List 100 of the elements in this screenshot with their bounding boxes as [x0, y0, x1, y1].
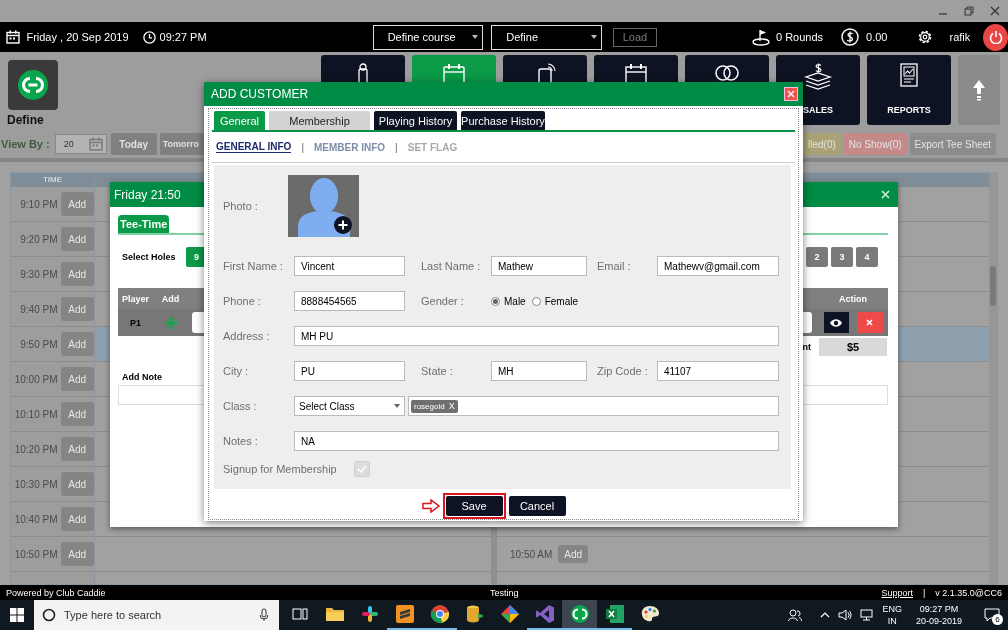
- separator-text: |: [395, 141, 398, 153]
- remove-button[interactable]: [856, 312, 883, 333]
- tag-field[interactable]: rosegold X: [408, 396, 779, 416]
- time-label: 10:50 AM: [510, 548, 554, 560]
- rings-icon: [569, 604, 590, 624]
- add-photo-icon[interactable]: [333, 216, 352, 234]
- tab[interactable]: Playing History: [374, 111, 457, 130]
- nav-tile[interactable]: REPORTS: [867, 55, 951, 125]
- grid-icon: [10, 608, 24, 622]
- table-cell: P1: [130, 317, 141, 328]
- field-label: State :: [421, 365, 454, 377]
- support-link[interactable]: Support: [881, 587, 913, 598]
- stripes-icon: [394, 604, 415, 624]
- powered-by-text: Powered by Club Caddie: [6, 587, 106, 598]
- version-text: v 2.1.35.0@CC6: [935, 587, 1002, 598]
- separator-text: |: [301, 141, 304, 153]
- close-icon[interactable]: [990, 6, 1000, 16]
- field-label: Last Name :: [421, 260, 482, 272]
- close-button[interactable]: [784, 87, 798, 101]
- field-label: Notes :: [223, 435, 259, 447]
- calendar-icon: [6, 30, 21, 44]
- players-button[interactable]: 2: [806, 247, 828, 267]
- text-field[interactable]: NA: [294, 431, 779, 451]
- field-label: Phone :: [223, 295, 262, 307]
- speaker-icon[interactable]: [838, 609, 853, 621]
- clock-date[interactable]: 20-09-2019: [915, 615, 962, 627]
- field-label: Address :: [223, 330, 271, 342]
- region-text[interactable]: IN: [887, 615, 897, 627]
- dialog-title: Friday 21:50: [114, 187, 181, 202]
- tee-slot[interactable]: 10:50 AM Add: [497, 537, 989, 572]
- dialog-title: ADD CUSTOMER: [211, 87, 309, 101]
- clock-time[interactable]: 09:27 PM: [919, 603, 959, 615]
- text-field[interactable]: Mathew: [491, 256, 587, 276]
- palette-icon: [639, 604, 660, 624]
- radio-option[interactable]: Male: [491, 295, 526, 307]
- avatar-placeholder-icon: [287, 175, 359, 237]
- restore-icon[interactable]: [964, 6, 974, 16]
- column-header: Player: [118, 288, 153, 309]
- text-field[interactable]: PU: [294, 361, 405, 381]
- tab[interactable]: Tee-Time: [118, 215, 170, 233]
- course-dropdown[interactable]: Define course: [372, 24, 484, 50]
- sub-tab[interactable]: GENERAL INFO: [216, 141, 292, 153]
- class-dropdown[interactable]: Select Class: [294, 396, 405, 416]
- column-header: Add: [153, 288, 188, 309]
- column-header: TIME: [11, 173, 94, 187]
- search-icon: [42, 608, 56, 622]
- field-label: First Name :: [223, 260, 284, 272]
- time-label: 9:20 PM: [19, 233, 59, 245]
- time-label: 9:50 PM: [19, 338, 59, 350]
- close-icon: [866, 319, 873, 326]
- define-dropdown[interactable]: Define: [491, 24, 602, 50]
- sub-tab[interactable]: MEMBER INFO: [314, 141, 386, 153]
- time-label: 10:50 PM: [13, 548, 59, 560]
- amount-value: $5: [819, 338, 887, 356]
- power-button[interactable]: [983, 23, 1008, 51]
- rounds-text: 0 Rounds: [776, 31, 824, 43]
- language-text[interactable]: ENG: [882, 603, 902, 615]
- remove-tag-button[interactable]: X: [448, 401, 455, 411]
- text-field[interactable]: Vincent: [294, 256, 405, 276]
- text-field[interactable]: 41107: [657, 361, 779, 381]
- money-icon: [803, 63, 833, 91]
- tab[interactable]: General: [214, 111, 265, 130]
- tab[interactable]: Membership: [269, 111, 370, 130]
- separator-text: |: [923, 587, 926, 598]
- date-field[interactable]: 20: [54, 134, 107, 154]
- microphone-icon: [259, 608, 269, 622]
- field-label: Zip Code :: [597, 365, 649, 377]
- time-label: 10:00 PM: [13, 373, 59, 385]
- text-field[interactable]: 8888454565: [294, 291, 405, 311]
- text-field[interactable]: MH PU: [294, 326, 779, 346]
- report-icon: [898, 63, 920, 89]
- network-icon[interactable]: [860, 609, 875, 621]
- time-label: 9:10 PM: [19, 198, 59, 210]
- players-button[interactable]: 3: [831, 247, 853, 267]
- save-button[interactable]: Save: [445, 496, 503, 516]
- chevron-up-icon[interactable]: [820, 610, 831, 620]
- view-by-label: View By :: [1, 138, 50, 150]
- text-field[interactable]: MH: [491, 361, 587, 381]
- notification-badge: 6: [992, 614, 1003, 625]
- tag-label: rosegold: [414, 401, 445, 411]
- cancel-button[interactable]: Cancel: [508, 496, 566, 516]
- radio-option[interactable]: Female: [531, 295, 579, 307]
- time-label: 10:30 PM: [13, 478, 59, 490]
- search-field[interactable]: Type here to search: [34, 600, 279, 630]
- scrollbar[interactable]: [989, 173, 997, 584]
- close-icon: [787, 90, 795, 98]
- view-button[interactable]: [823, 312, 849, 333]
- field-label: Select Holes: [122, 252, 176, 262]
- taskbar-app-button[interactable]: [562, 600, 597, 630]
- tab[interactable]: Purchase History: [461, 111, 545, 130]
- text-field[interactable]: Mathewv@gmail.com: [657, 256, 779, 276]
- field-label: Class :: [223, 400, 258, 412]
- players-button[interactable]: 4: [856, 247, 878, 267]
- notification-button[interactable]: 6: [980, 603, 1004, 627]
- field-label: City :: [223, 365, 250, 377]
- people-icon[interactable]: [788, 608, 803, 622]
- field-label: Email :: [597, 260, 632, 272]
- database-icon: [464, 604, 485, 624]
- checkmark-icon: [356, 465, 367, 473]
- clock-icon: [142, 30, 156, 44]
